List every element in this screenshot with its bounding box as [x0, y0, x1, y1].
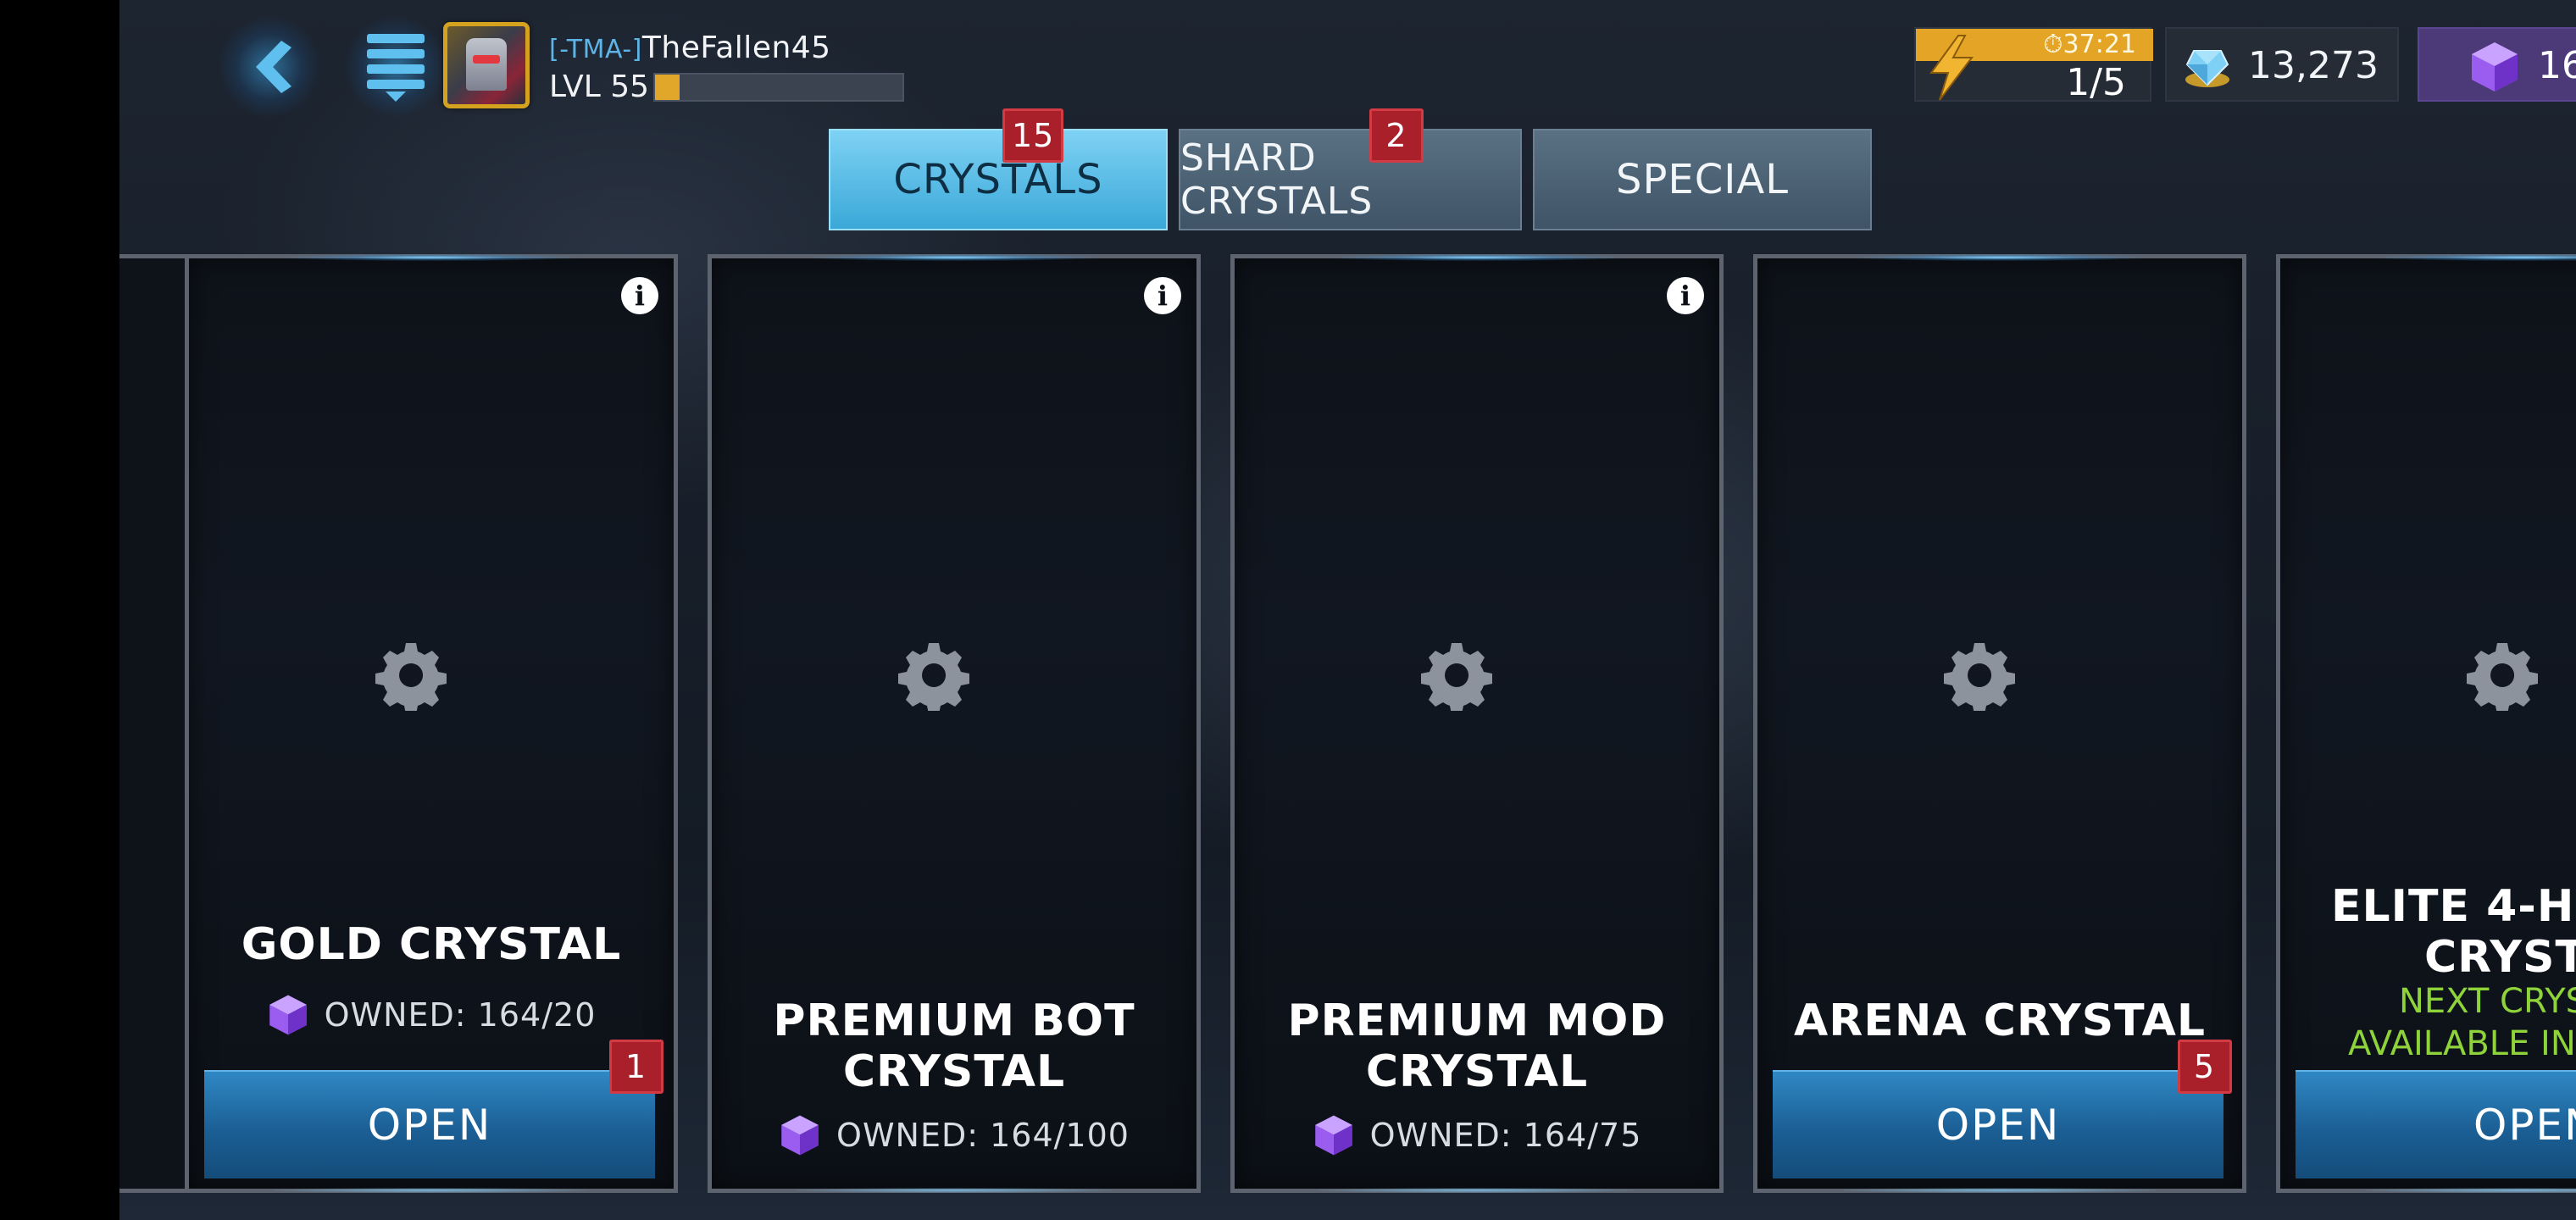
gems-value: 164 [2538, 44, 2576, 87]
gems-counter[interactable]: 164 [2418, 27, 2576, 102]
next-crystal-line-1: NEXT CRYSTAL [2399, 982, 2576, 1021]
credits-counter[interactable]: 13,273 [2165, 27, 2399, 102]
tab-special[interactable]: SPECIAL [1533, 129, 1872, 230]
owned-text: OWNED: 164/75 [1369, 1117, 1642, 1154]
xp-progress-bar [653, 73, 904, 102]
info-icon[interactable]: i [621, 277, 658, 314]
tab-special-label: SPECIAL [1616, 156, 1789, 203]
avatar-visor [473, 55, 500, 64]
open-button[interactable]: OPEN 5 [1773, 1040, 2232, 1178]
open-button-label: OPEN [1935, 1101, 2061, 1150]
tab-shard-crystals[interactable]: SHARD CRYSTALS 2 [1179, 108, 1522, 230]
lightning-bolt-icon [1929, 35, 1974, 101]
card-title-line-1: PREMIUM MOD [1287, 995, 1667, 1046]
owned-count: OWNED: 164/20 [189, 994, 674, 1036]
card-title-line-2: CRYSTAL [842, 1046, 1066, 1097]
player-name-line: [-TMA-]TheFallen45 [549, 30, 831, 65]
top-bar: [-TMA-]TheFallen45 LVL 55 ⏱37:21 1/5 13,… [119, 0, 2576, 127]
tab-shard-crystals-badge: 2 [1369, 108, 1424, 163]
card-title: ARENA CRYSTAL [1794, 995, 2206, 1046]
tab-crystals[interactable]: CRYSTALS 15 [829, 108, 1168, 230]
purple-gem-icon [2472, 42, 2518, 92]
purple-gem-icon [269, 995, 307, 1035]
store-tabs: CRYSTALS 15 SHARD CRYSTALS 2 SPECIAL [119, 108, 2576, 230]
gear-icon [1421, 643, 1492, 711]
info-icon[interactable]: i [1144, 277, 1181, 314]
back-arrow-icon [256, 41, 291, 93]
purple-gem-icon [1314, 1115, 1352, 1156]
card-title: GOLD CRYSTAL [241, 919, 622, 970]
crystal-store-screen: [-TMA-]TheFallen45 LVL 55 ⏱37:21 1/5 13,… [119, 0, 2576, 1220]
player-name: TheFallen45 [641, 30, 831, 65]
credits-value: 13,273 [2248, 44, 2379, 87]
left-black-margin [0, 0, 119, 1220]
crystal-card-arena[interactable]: ARENA CRYSTAL OPEN 5 [1753, 254, 2246, 1193]
card-title-line-1: PREMIUM BOT [773, 995, 1135, 1046]
xp-progress-fill [655, 75, 680, 100]
card-title-line-2: CRYSTAL [2424, 932, 2576, 983]
gear-icon [375, 643, 447, 711]
player-level: LVL 55 [549, 69, 650, 104]
purple-gem-icon [781, 1115, 819, 1156]
tab-crystals-badge: 15 [1002, 108, 1064, 163]
open-count-badge: 5 [2178, 1040, 2232, 1094]
open-button-label: OPEN [367, 1101, 492, 1150]
energy-count: 1/5 [2066, 61, 2126, 104]
tab-crystals-label: CRYSTALS [893, 156, 1103, 203]
tab-shard-crystals-label: SHARD CRYSTALS [1180, 136, 1374, 223]
energy-counter[interactable]: ⏱37:21 1/5 [1914, 27, 2153, 104]
crystal-card-premium-bot[interactable]: i PREMIUM BOT CRYSTAL OWNED: 164/100 [708, 254, 1201, 1193]
guild-tag: [-TMA-] [549, 35, 642, 64]
info-icon[interactable]: i [1667, 277, 1704, 314]
open-button[interactable]: OPEN [2296, 1070, 2576, 1178]
owned-count: OWNED: 164/100 [712, 1114, 1196, 1156]
avatar-face [466, 38, 507, 91]
owned-text: OWNED: 164/20 [324, 996, 597, 1034]
crystal-card-elite-4-hero[interactable]: ELITE 4-HERO CRYSTAL NEXT CRYSTAL AVAILA… [2276, 254, 2576, 1193]
owned-text: OWNED: 164/100 [836, 1117, 1130, 1154]
card-title-line-2: CRYSTAL [1365, 1046, 1589, 1097]
crystal-card-premium-mod[interactable]: i PREMIUM MOD CRYSTAL OWNED: 164/75 [1230, 254, 1724, 1193]
open-button[interactable]: OPEN 1 [204, 1040, 663, 1178]
gear-icon [2467, 643, 2538, 711]
open-count-badge: 1 [609, 1040, 663, 1094]
gear-icon [898, 643, 969, 711]
player-avatar[interactable] [443, 22, 530, 108]
owned-count: OWNED: 164/75 [1235, 1114, 1719, 1156]
crystal-card-gold[interactable]: i GOLD CRYSTAL OWNED: 164/20 OPEN 1 [185, 254, 678, 1193]
next-crystal-line-2: AVAILABLE IN [2348, 1024, 2576, 1063]
card-title-line-1: ELITE 4-HERO [2331, 881, 2576, 932]
menu-button[interactable] [344, 15, 447, 119]
gear-icon [1944, 643, 2015, 711]
back-button[interactable] [218, 15, 321, 119]
credits-icon [2185, 50, 2229, 87]
open-button-label: OPEN [2473, 1101, 2576, 1150]
menu-icon [367, 34, 425, 102]
